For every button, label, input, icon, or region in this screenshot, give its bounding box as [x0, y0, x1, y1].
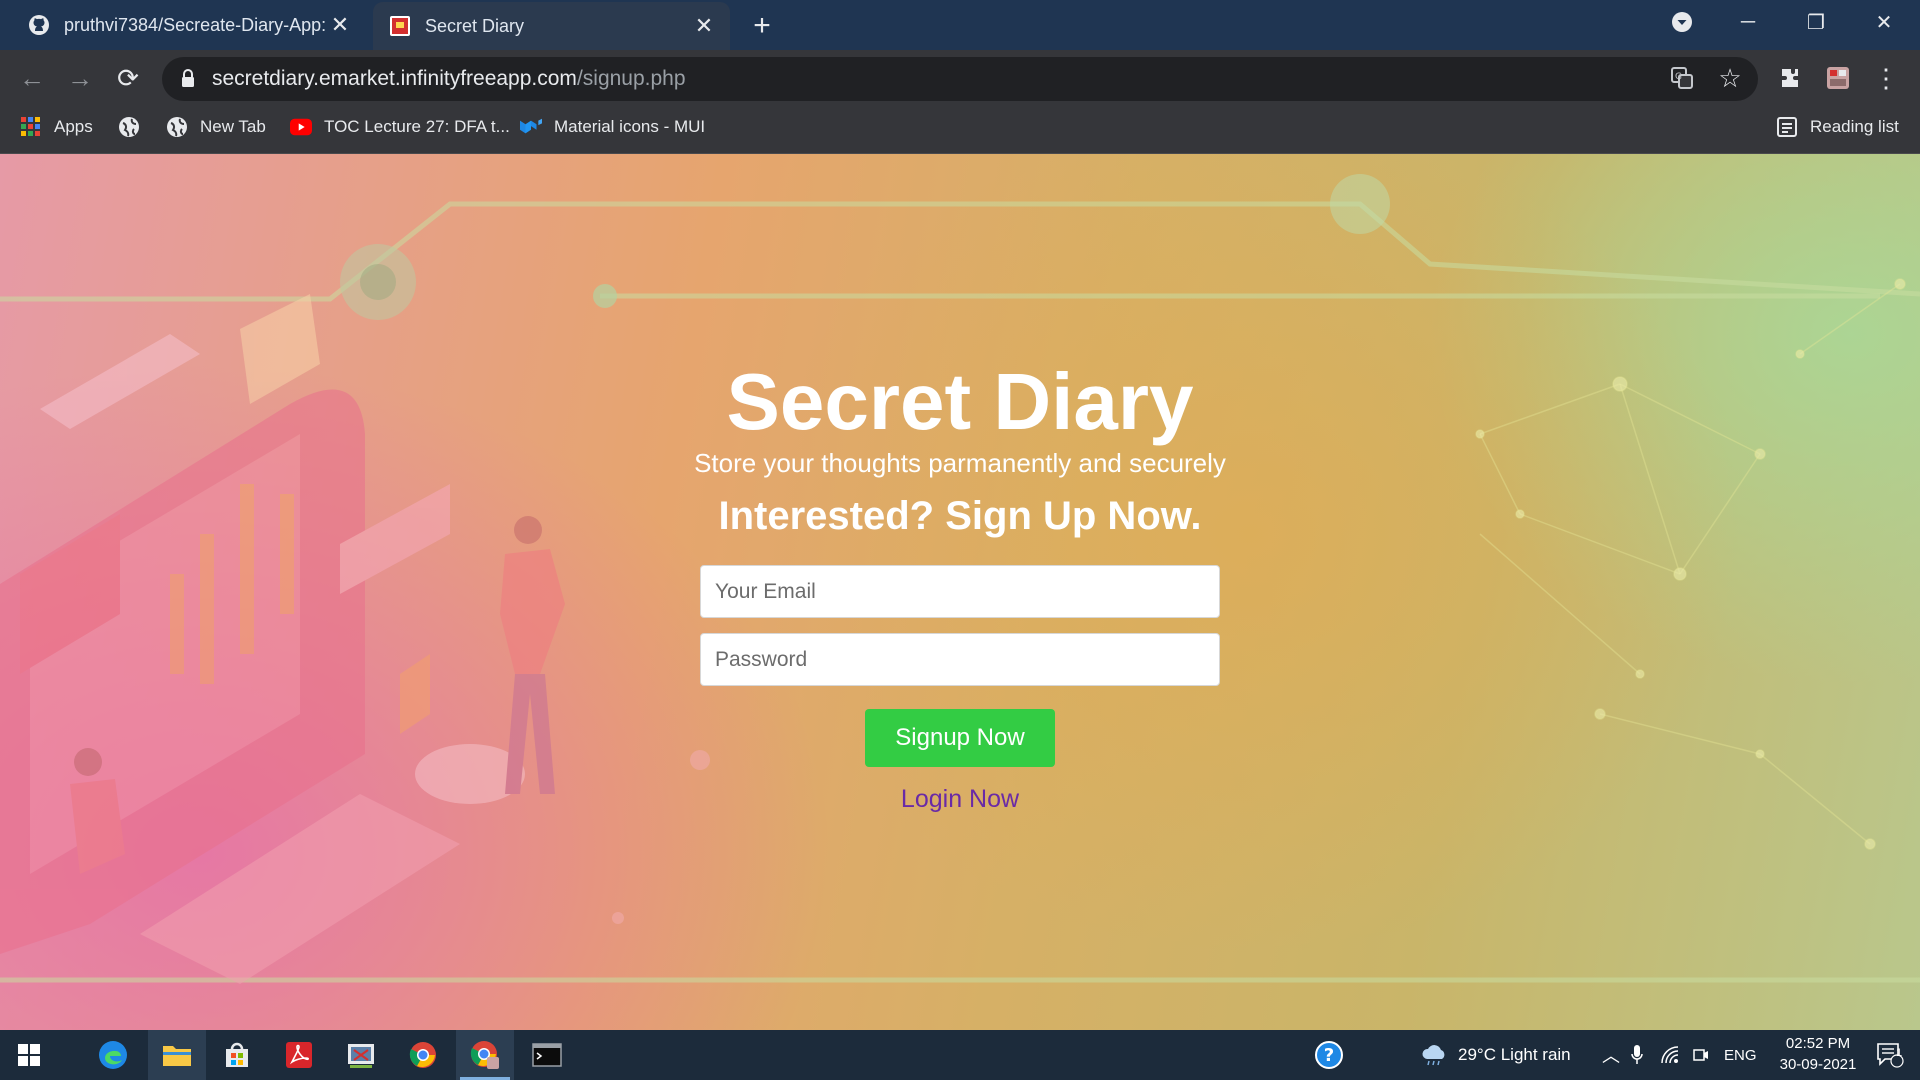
menu-kebab-icon[interactable]: ⋮	[1866, 58, 1906, 98]
taskbar-acrobat[interactable]	[270, 1030, 328, 1080]
signup-button[interactable]: Signup Now	[865, 709, 1055, 767]
volume-icon[interactable]	[1692, 1030, 1710, 1080]
bookmark-label: TOC Lecture 27: DFA t...	[324, 117, 510, 136]
taskbar-help[interactable]: ?	[1300, 1030, 1358, 1080]
windows-icon	[18, 1044, 40, 1066]
pdf-icon	[286, 1042, 312, 1068]
bookmark-star-icon[interactable]: ☆	[1710, 58, 1750, 98]
taskbar-edge[interactable]	[84, 1030, 142, 1080]
screenshot-tool-icon	[348, 1044, 374, 1068]
apps-grid-icon	[20, 116, 42, 138]
login-link[interactable]: Login Now	[901, 785, 1019, 813]
translate-icon[interactable]: G	[1662, 58, 1702, 98]
page-viewport: Secret Diary Store your thoughts parmane…	[0, 154, 1920, 1030]
terminal-icon	[532, 1043, 562, 1067]
email-field[interactable]	[700, 565, 1220, 618]
taskbar-chrome-profile[interactable]	[456, 1030, 514, 1080]
bookmark-new-tab[interactable]: New Tab	[166, 110, 266, 144]
bookmark-material-icons[interactable]: Material icons - MUI	[520, 110, 705, 144]
tab-secret-diary[interactable]: Secret Diary ✕	[373, 2, 730, 50]
page-subtitle: Store your thoughts parmanently and secu…	[694, 448, 1226, 478]
forward-button[interactable]: →	[60, 58, 100, 98]
taskbar-file-explorer[interactable]	[148, 1030, 206, 1080]
chrome-icon	[409, 1042, 436, 1068]
language-indicator[interactable]: ENG	[1724, 1030, 1757, 1080]
signup-heading: Interested? Sign Up Now.	[718, 494, 1202, 538]
url-path: /signup.php	[576, 67, 686, 90]
bookmarks-bar	[0, 107, 1920, 154]
close-tab-icon[interactable]: ✕	[329, 12, 351, 37]
close-tab-icon[interactable]: ✕	[692, 13, 716, 38]
url-text[interactable]: secretdiary.emarket.infinityfreeapp.com/…	[212, 64, 686, 94]
edge-icon	[99, 1041, 127, 1069]
wifi-icon[interactable]	[1660, 1030, 1680, 1080]
login-link-row: Login Now	[0, 785, 1920, 814]
reading-list-label: Reading list	[1810, 117, 1899, 136]
minimize-button[interactable]: ─	[1714, 0, 1782, 44]
site-icon	[389, 15, 411, 37]
clock-date: 30-09-2021	[1779, 1056, 1857, 1073]
notification-center-button[interactable]: 1	[1868, 1030, 1912, 1080]
svg-text:G: G	[1675, 72, 1682, 82]
show-hidden-icons-chevron-icon[interactable]: ︿	[1602, 1030, 1620, 1080]
reading-list-icon	[1776, 116, 1798, 138]
globe-icon	[166, 116, 188, 138]
start-button[interactable]	[0, 1030, 58, 1080]
globe-icon	[118, 116, 140, 138]
bookmark-label: Material icons - MUI	[554, 117, 706, 136]
bookmark-toc-lecture[interactable]: TOC Lecture 27: DFA t...	[290, 110, 510, 144]
notification-count: 1	[1895, 1047, 1903, 1059]
clock[interactable]: 02:52 PM 30-09-2021	[1760, 1033, 1876, 1075]
taskbar-snipping-tool[interactable]	[332, 1030, 390, 1080]
lock-icon[interactable]	[180, 68, 196, 90]
youtube-icon	[290, 116, 312, 138]
store-icon	[226, 1042, 248, 1067]
weather-text: 29°C Light rain	[1458, 1045, 1571, 1064]
tab-title: pruthvi7384/Secreate-Diary-App: I h	[64, 14, 329, 35]
taskbar-store[interactable]	[208, 1030, 266, 1080]
svg-text:?: ?	[1324, 1045, 1334, 1066]
bookmark-apps[interactable]: Apps	[20, 110, 93, 144]
password-field[interactable]	[700, 633, 1220, 686]
weather-widget[interactable]: 29°C Light rain	[1420, 1030, 1571, 1080]
taskbar-chrome[interactable]	[394, 1030, 452, 1080]
page-title: Secret Diary	[726, 357, 1194, 446]
mui-icon	[520, 116, 542, 138]
bookmark-label: New Tab	[200, 117, 266, 136]
new-tab-button[interactable]: +	[746, 9, 778, 42]
reload-button[interactable]: ⟳	[108, 58, 148, 98]
close-window-button[interactable]: ✕	[1850, 0, 1918, 44]
taskbar-terminal[interactable]	[518, 1030, 576, 1080]
chrome-icon	[470, 1041, 499, 1069]
github-icon	[28, 14, 50, 36]
bookmark-label: Apps	[54, 117, 93, 136]
profile-avatar[interactable]	[1818, 58, 1858, 98]
url-host: secretdiary.emarket.infinityfreeapp.com	[212, 67, 577, 90]
clock-time: 02:52 PM	[1785, 1035, 1851, 1052]
extensions-icon[interactable]	[1770, 58, 1810, 98]
tab-github[interactable]: pruthvi7384/Secreate-Diary-App: I h ✕	[0, 0, 365, 50]
bookmark-globe[interactable]	[118, 110, 152, 144]
back-button[interactable]: ←	[12, 58, 52, 98]
folder-icon	[163, 1046, 191, 1066]
tab-search-button[interactable]	[1648, 0, 1716, 44]
tab-title: Secret Diary	[425, 15, 525, 36]
chevron-down-icon	[1672, 12, 1692, 32]
help-icon: ?	[1315, 1041, 1343, 1069]
reading-list-button[interactable]: Reading list	[1776, 110, 1899, 144]
restore-button[interactable]: ❐	[1782, 0, 1850, 44]
microphone-icon[interactable]	[1630, 1030, 1644, 1080]
cloud-rain-icon	[1420, 1044, 1448, 1066]
